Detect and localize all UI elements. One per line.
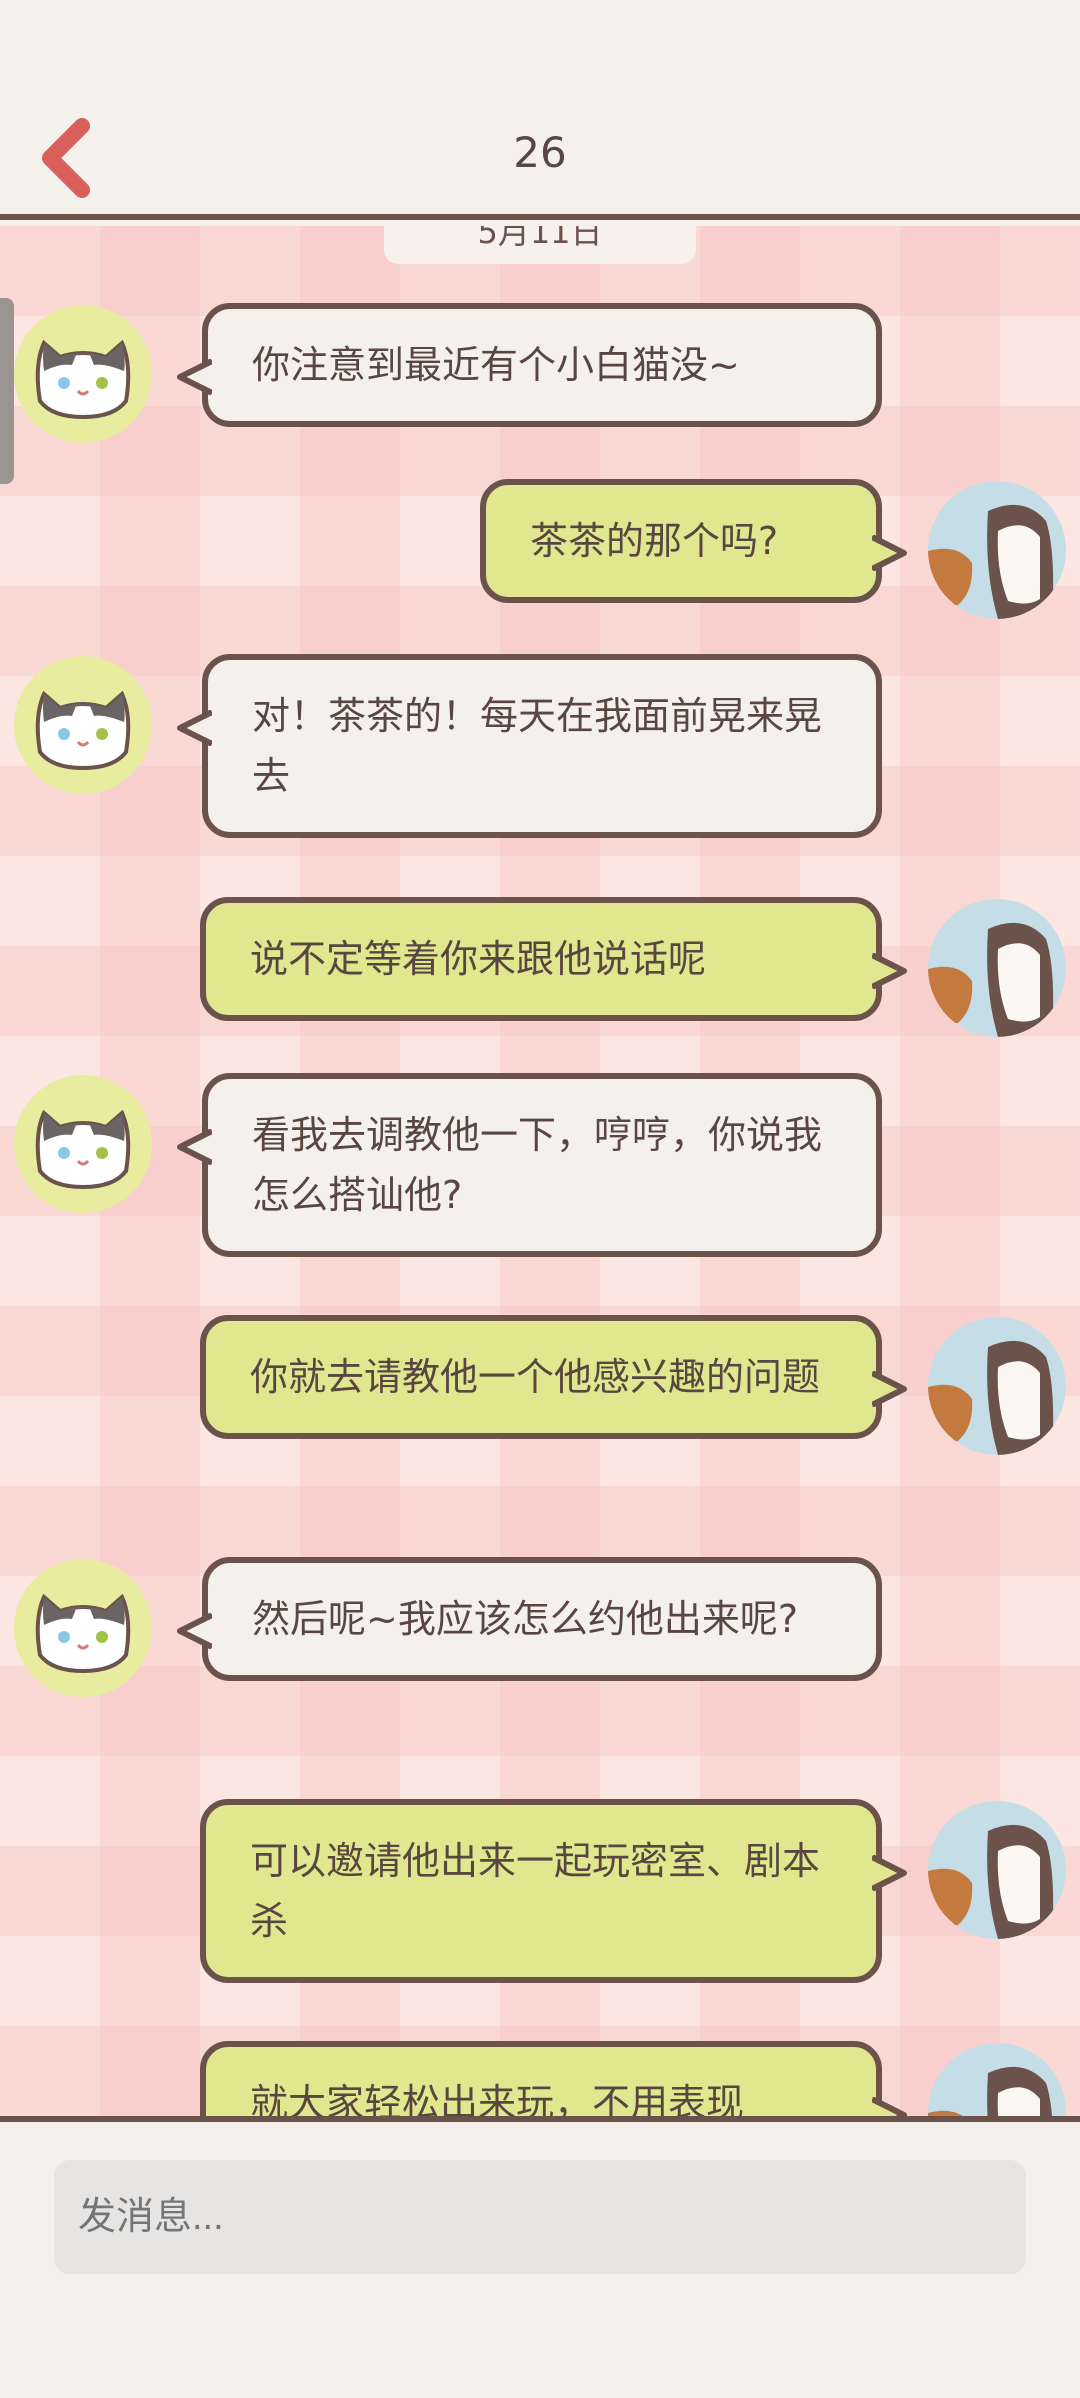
user-portrait-icon — [928, 504, 1054, 619]
message-bubble[interactable]: 你注意到最近有个小白猫没~ — [177, 303, 882, 427]
message-bubble[interactable]: 然后呢~我应该怎么约他出来呢? — [177, 1557, 882, 1681]
user-avatar[interactable] — [928, 1317, 1066, 1455]
message-text: 然后呢~我应该怎么约他出来呢? — [252, 1597, 799, 1641]
date-label: 5月11日 — [384, 226, 696, 264]
chat-area[interactable]: 5月11日 你注意到最近有个小白猫没~ 茶茶的那个吗? 对！茶茶的！每天在我面前… — [0, 226, 1080, 2116]
bubble-tail — [872, 1855, 907, 1891]
cat-avatar[interactable] — [14, 1559, 152, 1697]
cat-avatar[interactable] — [14, 656, 152, 794]
message-text: 你注意到最近有个小白猫没~ — [252, 343, 740, 387]
cat-avatar[interactable] — [14, 305, 152, 443]
cat-face-icon — [35, 1109, 131, 1190]
bubble-tail — [872, 535, 907, 571]
bubble-tail — [872, 2097, 907, 2116]
message-bubble[interactable]: 看我去调教他一下，哼哼，你说我怎么搭讪他? — [177, 1073, 882, 1257]
user-avatar[interactable] — [928, 1801, 1066, 1939]
header-bar: 26 — [0, 0, 1080, 220]
input-bar — [0, 2116, 1080, 2398]
message-text: 你就去请教他一个他感兴趣的问题 — [250, 1355, 821, 1399]
message-text: 茶茶的那个吗? — [530, 519, 779, 563]
user-avatar[interactable] — [928, 899, 1066, 1037]
bubble-tail — [177, 710, 212, 746]
cat-face-icon — [35, 1593, 131, 1674]
user-avatar[interactable] — [928, 481, 1066, 619]
bubble-tail — [177, 1129, 212, 1165]
bubble-tail — [177, 359, 212, 395]
message-text: 说不定等着你来跟他说话呢 — [250, 937, 707, 981]
message-input[interactable] — [54, 2160, 1026, 2274]
bubble-tail — [872, 1371, 907, 1407]
bubble-tail — [872, 953, 907, 989]
user-avatar[interactable] — [928, 2043, 1066, 2116]
scrollbar[interactable] — [0, 298, 14, 484]
cat-face-icon — [35, 339, 131, 420]
message-bubble[interactable]: 可以邀请他出来一起玩密室、剧本杀 — [200, 1799, 907, 1983]
user-portrait-icon — [928, 922, 1054, 1037]
page-title: 26 — [513, 128, 567, 177]
message-bubble[interactable]: 你就去请教他一个他感兴趣的问题 — [200, 1315, 907, 1439]
message-text: 可以邀请他出来一起玩密室、剧本杀 — [250, 1839, 821, 1943]
message-text: 看我去调教他一下，哼哼，你说我怎么搭讪他? — [252, 1113, 823, 1217]
message-bubble[interactable]: 对！茶茶的！每天在我面前晃来晃去 — [177, 654, 882, 838]
cat-face-icon — [35, 690, 131, 771]
bubble-tail — [177, 1613, 212, 1649]
user-portrait-icon — [928, 1824, 1054, 1939]
message-bubble[interactable]: 说不定等着你来跟他说话呢 — [200, 897, 907, 1021]
message-bubble[interactable]: 就大家轻松出来玩，不用表现 — [200, 2041, 907, 2116]
message-text: 就大家轻松出来玩，不用表现 — [250, 2081, 745, 2116]
user-portrait-icon — [928, 2067, 1052, 2116]
cat-avatar[interactable] — [14, 1075, 152, 1213]
message-text: 对！茶茶的！每天在我面前晃来晃去 — [252, 694, 823, 798]
user-portrait-icon — [928, 1340, 1054, 1455]
message-bubble[interactable]: 茶茶的那个吗? — [480, 479, 907, 603]
